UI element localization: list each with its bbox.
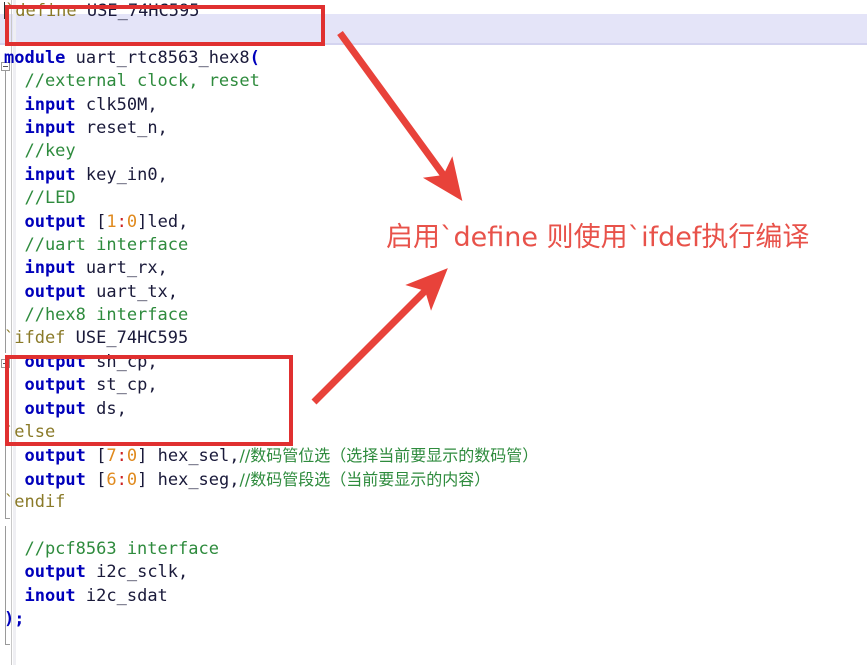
code-token: output — [24, 351, 86, 372]
code-line[interactable]: input uart_rx, — [0, 257, 538, 280]
code-line[interactable]: output st_cp, — [0, 374, 538, 397]
code-line[interactable]: `else — [0, 421, 538, 444]
code-token: uart_rx, — [75, 258, 168, 279]
code-token: key_in0, — [75, 164, 168, 185]
code-token: [ — [85, 446, 107, 467]
code-line[interactable]: output [6:0] hex_seg,//数码管段选（当前要显示的内容） — [0, 468, 538, 491]
code-token: : — [116, 469, 127, 490]
code-line[interactable]: //key — [0, 140, 538, 163]
code-token: USE_74HC595 — [75, 328, 189, 349]
code-editor[interactable]: `define USE_74HC595 module uart_rtc8563_… — [0, 0, 867, 665]
code-token: clk50M, — [75, 94, 158, 115]
code-token: `ifdef — [4, 328, 76, 349]
code-token: //uart interface — [4, 234, 189, 255]
code-token: input — [24, 164, 76, 185]
code-line[interactable]: output ds, — [0, 398, 538, 421]
code-token: //pcf8563 interface — [4, 538, 219, 559]
code-token: output — [24, 562, 86, 583]
code-token: ds, — [85, 398, 127, 419]
code-token: sh_cp, — [85, 351, 158, 372]
code-line[interactable]: input clk50M, — [0, 94, 538, 117]
code-token: [ — [85, 211, 107, 232]
code-token: output — [24, 469, 86, 490]
code-line[interactable]: //hex8 interface — [0, 304, 538, 327]
code-token: input — [24, 117, 76, 138]
code-token: : — [116, 211, 127, 232]
code-token: 0 — [126, 211, 138, 232]
code-token: input — [24, 258, 76, 279]
code-line[interactable] — [0, 23, 538, 46]
code-token: reset_n, — [75, 117, 168, 138]
code-token: USE_74HC595 — [86, 1, 200, 21]
code-token: output — [24, 281, 86, 302]
code-token: `define — [5, 1, 87, 21]
code-token: ] hex_seg, — [137, 469, 240, 490]
code-token: ] hex_sel, — [137, 446, 240, 467]
code-line[interactable]: `ifdef USE_74HC595 — [0, 327, 538, 350]
code-line[interactable]: input key_in0, — [0, 164, 538, 187]
code-line[interactable] — [0, 515, 538, 538]
code-token: : — [116, 446, 127, 467]
code-token: module — [4, 47, 66, 68]
code-token: //LED — [4, 188, 76, 209]
code-line[interactable]: module uart_rtc8563_hex8( — [0, 47, 538, 70]
code-line[interactable]: `endif — [0, 491, 538, 514]
code-token: `else — [4, 422, 56, 443]
code-token: 0 — [126, 469, 138, 490]
code-line[interactable]: output i2c_sclk, — [0, 561, 538, 584]
code-line[interactable]: ); — [0, 608, 538, 631]
code-line[interactable]: inout i2c_sdat — [0, 585, 538, 608]
code-token: output — [24, 375, 86, 396]
code-token: ; — [14, 609, 25, 630]
code-token: i2c_sclk, — [85, 562, 189, 583]
code-token: i2c_sdat — [75, 585, 168, 606]
fold-end-tick-module — [5, 644, 10, 645]
code-token: uart_rtc8563_hex8 — [65, 47, 250, 68]
code-token: ( — [249, 47, 260, 68]
code-token: 7 — [106, 446, 117, 467]
code-token: //key — [4, 141, 76, 162]
code-token: input — [24, 94, 76, 115]
code-text-area[interactable]: `define USE_74HC595 module uart_rtc8563_… — [0, 0, 538, 632]
code-token: 6 — [106, 469, 117, 490]
code-token: 1 — [106, 211, 117, 232]
code-token: ]led, — [137, 211, 189, 232]
code-line[interactable]: input reset_n, — [0, 117, 538, 140]
code-token: //数码管位选（选择当前要显示的数码管） — [239, 446, 539, 466]
code-token: 0 — [126, 446, 138, 467]
code-token: `endif — [4, 492, 66, 513]
code-line[interactable]: output sh_cp, — [0, 351, 538, 374]
code-line[interactable]: output [7:0] hex_sel,//数码管位选（选择当前要显示的数码管… — [0, 444, 538, 467]
code-token: ) — [4, 609, 15, 630]
annotation-caption: 启用`define 则使用`ifdef执行编译 — [386, 222, 810, 253]
code-token: uart_tx, — [85, 281, 179, 302]
code-token: //external clock, reset — [4, 71, 260, 92]
code-token: output — [24, 446, 86, 467]
code-token: output — [24, 398, 86, 419]
code-line[interactable]: //LED — [0, 187, 538, 210]
code-line[interactable]: //external clock, reset — [0, 70, 538, 93]
code-token: st_cp, — [85, 375, 158, 396]
code-token: output — [24, 211, 86, 232]
code-token: //hex8 interface — [4, 305, 189, 326]
code-line[interactable]: output uart_tx, — [0, 281, 538, 304]
code-line[interactable]: `define USE_74HC595 — [0, 0, 538, 23]
code-token: inout — [24, 585, 76, 606]
code-token: [ — [85, 469, 107, 490]
code-line[interactable]: //pcf8563 interface — [0, 538, 538, 561]
code-token: //数码管段选（当前要显示的内容） — [239, 469, 491, 489]
